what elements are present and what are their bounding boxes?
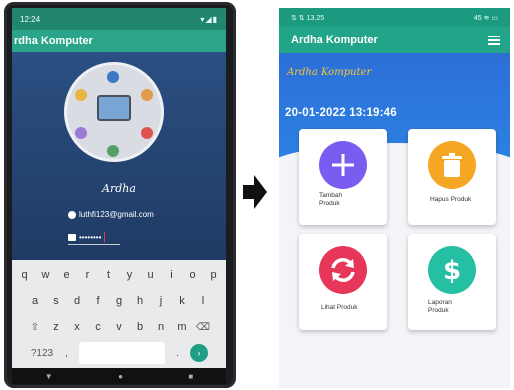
key[interactable]: j [153, 290, 170, 312]
home-icon[interactable]: ● [118, 372, 123, 381]
key[interactable]: f [90, 290, 107, 312]
arrow-right-icon [243, 175, 267, 209]
key[interactable]: s [48, 290, 65, 312]
card-label: Hapus Produk [430, 196, 472, 203]
password-field[interactable]: •••••••• [68, 232, 120, 245]
key[interactable]: k [174, 290, 191, 312]
space-key[interactable] [79, 342, 165, 364]
dollar-icon: $ [428, 246, 476, 294]
key[interactable]: c [90, 316, 107, 338]
text-caret [104, 232, 106, 242]
enter-icon[interactable]: › [190, 344, 208, 362]
key[interactable]: z [48, 316, 65, 338]
datetime-text: 20-01-2022 13:19:46 [285, 107, 397, 119]
left-status-time: 12:24 [20, 14, 41, 24]
soft-keyboard: q w e r t y u i o p a s d f g h j k l ⇧ … [12, 260, 226, 368]
key[interactable]: x [69, 316, 86, 338]
key[interactable]: u [142, 264, 159, 286]
plus-icon [319, 141, 367, 189]
illustration-logo [64, 62, 164, 162]
key[interactable]: i [163, 264, 180, 286]
key[interactable]: m [174, 316, 191, 338]
keyboard-row-4: ?123 , . › [16, 342, 222, 364]
email-value: luthfi123@gmail.com [79, 210, 154, 219]
symbols-key[interactable]: ?123 [30, 342, 54, 364]
password-underline [68, 244, 120, 245]
key[interactable]: q [16, 264, 33, 286]
right-status-bar: ⇅ ⇅ 13.25 45 ≋ ▭ [279, 8, 510, 27]
right-app-title: Ardha Komputer [291, 34, 378, 46]
left-brand-script: Ardha [102, 182, 136, 195]
left-status-icons: ▾◢▮ [200, 14, 218, 24]
hamburger-icon[interactable] [488, 35, 500, 45]
monitor-icon [97, 95, 131, 121]
key[interactable]: a [27, 290, 44, 312]
left-phone-screen: 12:24 ▾◢▮ rdha Komputer Ardha luthfi123@… [12, 8, 226, 384]
key[interactable]: l [195, 290, 212, 312]
svg-text:$: $ [443, 256, 461, 285]
right-app-screen: ⇅ ⇅ 13.25 45 ≋ ▭ Ardha Komputer Ardha Ko… [279, 8, 510, 388]
key[interactable]: d [69, 290, 86, 312]
back-icon[interactable]: ▼ [45, 372, 53, 381]
refresh-icon [319, 246, 367, 294]
comma-key[interactable]: , [58, 342, 75, 364]
right-app-bar: Ardha Komputer [279, 27, 510, 53]
recents-icon[interactable]: ■ [188, 372, 193, 381]
laporan-produk-card[interactable]: $ Laporan Produk [408, 234, 496, 330]
tambah-produk-card[interactable]: Tambah Produk [299, 129, 387, 225]
key[interactable]: t [100, 264, 117, 286]
key[interactable]: w [37, 264, 54, 286]
key[interactable]: n [153, 316, 170, 338]
card-label: Tambah Produk [319, 192, 343, 207]
trash-icon [428, 141, 476, 189]
keyboard-row-2: a s d f g h j k l [16, 290, 222, 312]
right-status-left: ⇅ ⇅ 13.25 [291, 14, 325, 22]
left-app-bar: rdha Komputer [12, 30, 226, 52]
user-icon [68, 210, 76, 219]
shift-icon[interactable]: ⇧ [27, 316, 44, 338]
key[interactable]: g [111, 290, 128, 312]
login-content: Ardha luthfi123@gmail.com •••••••• [12, 52, 226, 260]
left-app-title: rdha Komputer [14, 35, 93, 47]
key[interactable]: h [132, 290, 149, 312]
email-field[interactable]: luthfi123@gmail.com [68, 210, 154, 219]
key[interactable]: b [132, 316, 149, 338]
key[interactable]: p [205, 264, 222, 286]
right-brand-script: Ardha Komputer [287, 67, 372, 78]
right-status-right: 45 ≋ ▭ [473, 14, 498, 22]
lihat-produk-card[interactable]: Lihat Produk [299, 234, 387, 330]
card-label: Laporan Produk [428, 299, 452, 314]
keyboard-row-1: q w e r t y u i o p [16, 264, 222, 286]
backspace-icon[interactable]: ⌫ [195, 316, 212, 338]
period-key[interactable]: . [169, 342, 186, 364]
left-phone-photo: 12:24 ▾◢▮ rdha Komputer Ardha luthfi123@… [4, 2, 236, 388]
android-nav-bar: ▼ ● ■ [12, 368, 226, 384]
card-label: Lihat Produk [321, 304, 358, 311]
lock-icon [68, 233, 76, 241]
key[interactable]: y [121, 264, 138, 286]
hapus-produk-card[interactable]: Hapus Produk [408, 129, 496, 225]
key[interactable]: o [184, 264, 201, 286]
key[interactable]: v [111, 316, 128, 338]
password-value: •••••••• [79, 232, 102, 242]
keyboard-row-3: ⇧ z x c v b n m ⌫ [16, 316, 222, 338]
key[interactable]: r [79, 264, 96, 286]
left-status-bar: 12:24 ▾◢▮ [12, 8, 226, 30]
key[interactable]: e [58, 264, 75, 286]
